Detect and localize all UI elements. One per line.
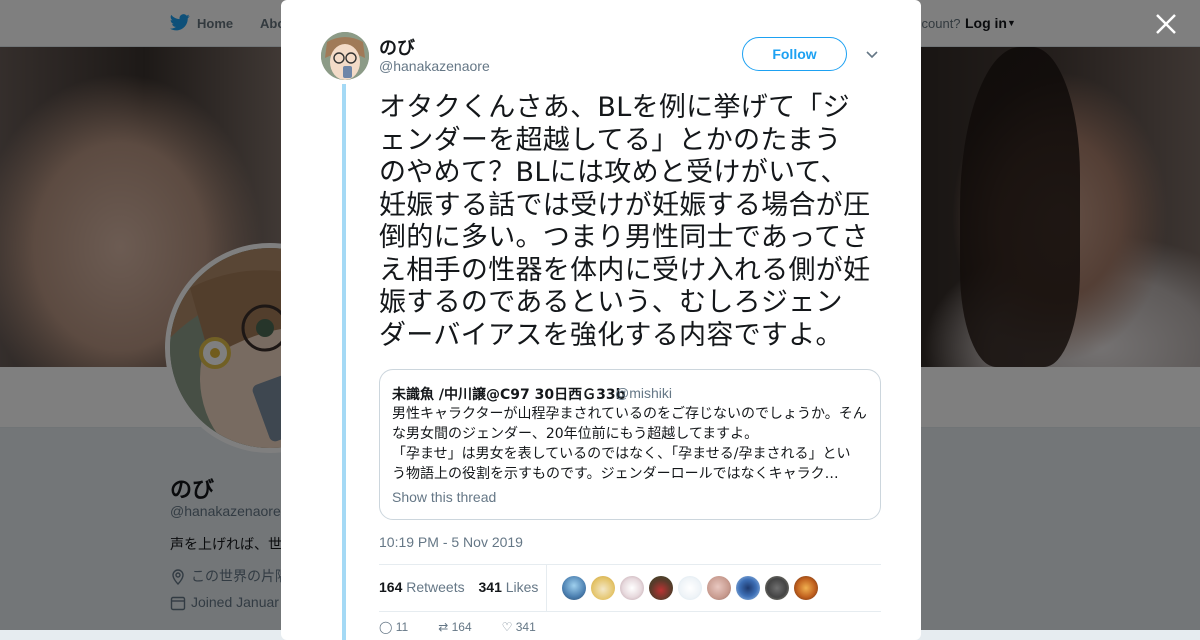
tweet-text-line: え相手の性器を体内に受け入れる側が妊 (379, 254, 871, 286)
tweet-actions: ◯ 11 ⇄ 164 ♡ 341 (379, 620, 536, 634)
liker-avatar-7[interactable] (736, 576, 760, 600)
liker-avatar-4[interactable] (649, 576, 673, 600)
likes-stat[interactable]: 341 Likes (479, 579, 539, 595)
follow-button[interactable]: Follow (742, 37, 847, 71)
tweet-text-line: 娠するのであるという、むしろジェン (379, 287, 843, 318)
show-thread-link[interactable]: Show this thread (392, 489, 496, 505)
retweets-stat[interactable]: 164 Retweets (379, 579, 465, 595)
tweet-stats: 164 Retweets 341 Likes (379, 579, 538, 595)
thread-connector-line (342, 84, 346, 640)
retweets-count: 164 (379, 579, 403, 595)
tweet-modal: のび @hanakazenaore Follow オタクくんさあ、BLを例に挙げ… (281, 0, 921, 640)
liker-avatars (562, 576, 823, 600)
like-action[interactable]: ♡ 341 (502, 620, 536, 634)
quoted-text-line: う物語上の役割を示すものです。ジェンダーロールではなくキャラク… (392, 466, 839, 482)
quoted-text-line: 男性キャラクターが山程孕まされているのをご存じないのでしょうか。そん (392, 406, 867, 422)
stats-divider-top (379, 564, 881, 565)
liker-avatar-1[interactable] (562, 576, 586, 600)
quoted-text-line: 「孕ませ」は男女を表しているのではなく、「孕ませる/孕まされる」とい (392, 446, 851, 462)
liker-avatar-3[interactable] (620, 576, 644, 600)
liker-avatar-8[interactable] (765, 576, 789, 600)
stats-vertical-divider (546, 565, 547, 611)
liker-avatar-2[interactable] (591, 576, 615, 600)
retweet-count: 164 (451, 620, 472, 634)
reply-count: 11 (395, 620, 409, 634)
author-avatar-illustration (321, 32, 369, 80)
retweets-label: Retweets (406, 579, 465, 595)
tweet-text: オタクくんさあ、BLを例に挙げて「ジ ェンダーを超越してる」とかのたまう のやめ… (379, 92, 884, 352)
quoted-text-line: な男女間のジェンダー、20年位前にもう超越してますよ。 (392, 426, 759, 442)
likes-label: Likes (505, 579, 539, 595)
tweet-text-line: ダーバイアスを強化する内容ですよ。 (379, 319, 843, 351)
likes-count: 341 (478, 579, 502, 595)
liker-avatar-9[interactable] (794, 576, 818, 600)
stats-divider-bottom (379, 611, 881, 612)
author-handle[interactable]: @hanakazenaore (379, 58, 490, 74)
tweet-text-line: オタクくんさあ、BLを例に挙げて「ジ (379, 92, 850, 123)
chevron-down-icon[interactable] (864, 46, 880, 62)
tweet-text-line: ェンダーを超越してる」とかのたまう (379, 124, 842, 156)
tweet-timestamp[interactable]: 10:19 PM - 5 Nov 2019 (379, 534, 523, 550)
quoted-author-name: 未識魚 /中川譲@C97 30日西Ｇ33b (392, 387, 626, 403)
quoted-author-handle: @mishiki (615, 385, 672, 401)
like-count: 341 (515, 620, 536, 634)
liker-avatar-5[interactable] (678, 576, 702, 600)
quoted-tweet-text: 男性キャラクターが山程孕まされているのをご存じないのでしょうか。そん な男女間の… (392, 404, 872, 484)
author-avatar[interactable] (321, 32, 369, 80)
tweet-text-line: 倒的に多い。つまり男性同士であってさ (379, 222, 869, 253)
quoted-tweet-card[interactable]: 未識魚 /中川譲@C97 30日西Ｇ33b @mishiki 男性キャラクターが… (379, 369, 881, 520)
retweet-action[interactable]: ⇄ 164 (438, 620, 471, 634)
reply-action[interactable]: ◯ 11 (379, 620, 408, 634)
liker-avatar-6[interactable] (707, 576, 731, 600)
author-name[interactable]: のび (379, 34, 415, 60)
tweet-text-line: 妊娠する話では受けが妊娠する場合が圧 (379, 189, 871, 221)
close-icon[interactable] (1153, 11, 1179, 37)
tweet-text-line: のやめて？BLには攻めと受けがいて、 (379, 157, 848, 188)
